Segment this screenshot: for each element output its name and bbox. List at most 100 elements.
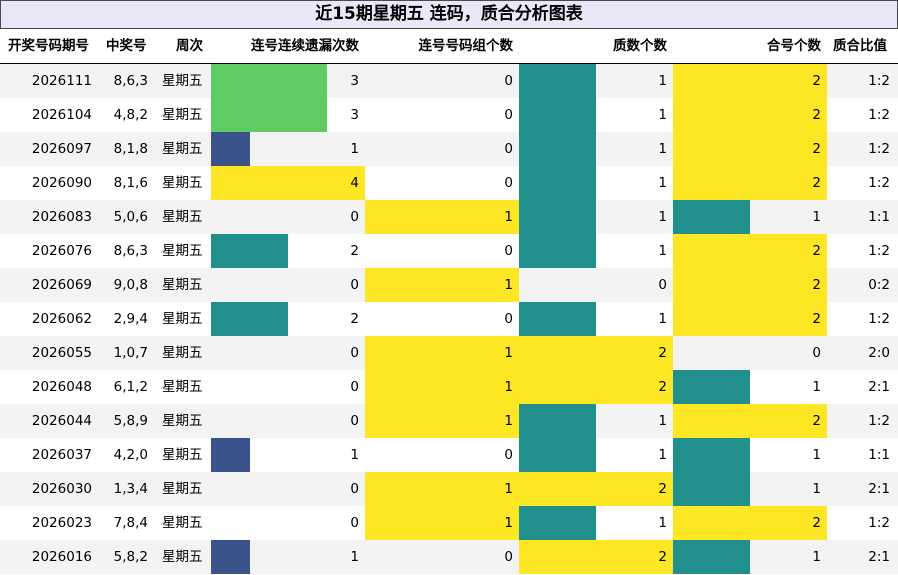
- weekday-cell: 星期五: [162, 549, 203, 565]
- header-issue: 开奖号码期号: [8, 38, 89, 54]
- ratio-cell: 1:2: [868, 107, 890, 123]
- composites-value: 2: [812, 107, 821, 123]
- groups-value: 0: [504, 73, 513, 89]
- table-header: 开奖号码期号 中奖号 周次 连号连续遗漏次数 连号号码组个数 质数个数 合号个数 质合比值: [0, 29, 898, 63]
- composites-value: 1: [812, 447, 821, 463]
- composites-value: 2: [812, 73, 821, 89]
- winning-numbers-cell: 6,1,2: [113, 379, 148, 395]
- header-primes: 质数个数: [613, 38, 667, 54]
- primes-value: 2: [658, 549, 667, 565]
- winning-numbers-cell: 5,0,6: [113, 209, 148, 225]
- primes-value: 1: [658, 209, 667, 225]
- table-row: 2026083 5,0,6 星期五 0 1 1 1 1:1: [0, 200, 898, 234]
- ratio-cell: 1:2: [868, 243, 890, 259]
- miss-value: 0: [350, 481, 359, 497]
- issue-cell: 2026062: [31, 311, 92, 327]
- primes-value: 2: [658, 345, 667, 361]
- miss-value: 2: [350, 311, 359, 327]
- composites-value: 1: [812, 549, 821, 565]
- groups-value: 0: [504, 243, 513, 259]
- winning-numbers-cell: 8,1,6: [113, 175, 148, 191]
- table-row: 2026090 8,1,6 星期五 4 0 1 2 1:2: [0, 166, 898, 200]
- groups-value: 1: [504, 413, 513, 429]
- primes-value: 0: [658, 277, 667, 293]
- miss-value: 1: [350, 141, 359, 157]
- weekday-cell: 星期五: [162, 175, 203, 191]
- table-row: 2026055 1,0,7 星期五 0 1 2 0 2:0: [0, 336, 898, 370]
- ratio-cell: 2:1: [868, 379, 890, 395]
- winning-numbers-cell: 8,1,8: [113, 141, 148, 157]
- issue-cell: 2026030: [31, 481, 92, 497]
- groups-value: 1: [504, 345, 513, 361]
- table-row: 2026111 8,6,3 星期五 3 0 1 2 1:2: [0, 64, 898, 98]
- groups-value: 0: [504, 107, 513, 123]
- table-row: 2026104 4,8,2 星期五 3 0 1 2 1:2: [0, 98, 898, 132]
- issue-cell: 2026083: [31, 209, 92, 225]
- ratio-cell: 1:2: [868, 141, 890, 157]
- groups-value: 0: [504, 175, 513, 191]
- winning-numbers-cell: 4,2,0: [113, 447, 148, 463]
- issue-cell: 2026023: [31, 515, 92, 531]
- table-row: 2026044 5,8,9 星期五 0 1 1 2 1:2: [0, 404, 898, 438]
- composites-value: 1: [812, 379, 821, 395]
- page-title: 近15期星期五 连码，质合分析图表: [0, 0, 898, 29]
- miss-value: 0: [350, 277, 359, 293]
- winning-numbers-cell: 9,0,8: [113, 277, 148, 293]
- primes-value: 1: [658, 413, 667, 429]
- ratio-cell: 1:2: [868, 311, 890, 327]
- issue-cell: 2026104: [31, 107, 92, 123]
- issue-cell: 2026055: [31, 345, 92, 361]
- winning-numbers-cell: 7,8,4: [113, 515, 148, 531]
- header-groups: 连号号码组个数: [418, 38, 514, 54]
- issue-cell: 2026097: [31, 141, 92, 157]
- miss-value: 0: [350, 209, 359, 225]
- miss-value: 4: [350, 175, 359, 191]
- composites-value: 2: [812, 243, 821, 259]
- table-row: 2026037 4,2,0 星期五 1 0 1 1 1:1: [0, 438, 898, 472]
- ratio-cell: 1:2: [868, 515, 890, 531]
- miss-value: 1: [350, 549, 359, 565]
- winning-numbers-cell: 2,9,4: [113, 311, 148, 327]
- miss-value: 1: [350, 447, 359, 463]
- groups-value: 1: [504, 515, 513, 531]
- weekday-cell: 星期五: [162, 379, 203, 395]
- groups-value: 1: [504, 481, 513, 497]
- ratio-cell: 2:0: [868, 345, 890, 361]
- weekday-cell: 星期五: [162, 447, 203, 463]
- composites-value: 2: [812, 311, 821, 327]
- ratio-cell: 1:2: [868, 413, 890, 429]
- weekday-cell: 星期五: [162, 413, 203, 429]
- winning-numbers-cell: 1,3,4: [113, 481, 148, 497]
- winning-numbers-cell: 8,6,3: [113, 73, 148, 89]
- winning-numbers-cell: 5,8,9: [113, 413, 148, 429]
- primes-value: 1: [658, 175, 667, 191]
- ratio-cell: 1:2: [868, 175, 890, 191]
- ratio-cell: 2:1: [868, 549, 890, 565]
- primes-value: 1: [658, 73, 667, 89]
- miss-value: 0: [350, 413, 359, 429]
- issue-cell: 2026037: [31, 447, 92, 463]
- header-ratio: 质合比值: [833, 38, 887, 54]
- weekday-cell: 星期五: [162, 209, 203, 225]
- header-miss: 连号连续遗漏次数: [251, 38, 359, 54]
- weekday-cell: 星期五: [162, 73, 203, 89]
- header-weekday: 周次: [176, 38, 203, 54]
- winning-numbers-cell: 5,8,2: [113, 549, 148, 565]
- issue-cell: 2026016: [31, 549, 92, 565]
- issue-cell: 2026048: [31, 379, 92, 395]
- miss-value: 0: [350, 515, 359, 531]
- primes-value: 1: [658, 243, 667, 259]
- groups-value: 1: [504, 277, 513, 293]
- issue-cell: 2026090: [31, 175, 92, 191]
- miss-value: 2: [350, 243, 359, 259]
- winning-numbers-cell: 4,8,2: [113, 107, 148, 123]
- table-row: 2026030 1,3,4 星期五 0 1 2 1 2:1: [0, 472, 898, 506]
- miss-value: 3: [350, 73, 359, 89]
- weekday-cell: 星期五: [162, 243, 203, 259]
- table-row: 2026076 8,6,3 星期五 2 0 1 2 1:2: [0, 234, 898, 268]
- issue-cell: 2026111: [31, 73, 92, 89]
- primes-value: 1: [658, 311, 667, 327]
- miss-value: 3: [350, 107, 359, 123]
- composites-value: 2: [812, 515, 821, 531]
- primes-value: 1: [658, 447, 667, 463]
